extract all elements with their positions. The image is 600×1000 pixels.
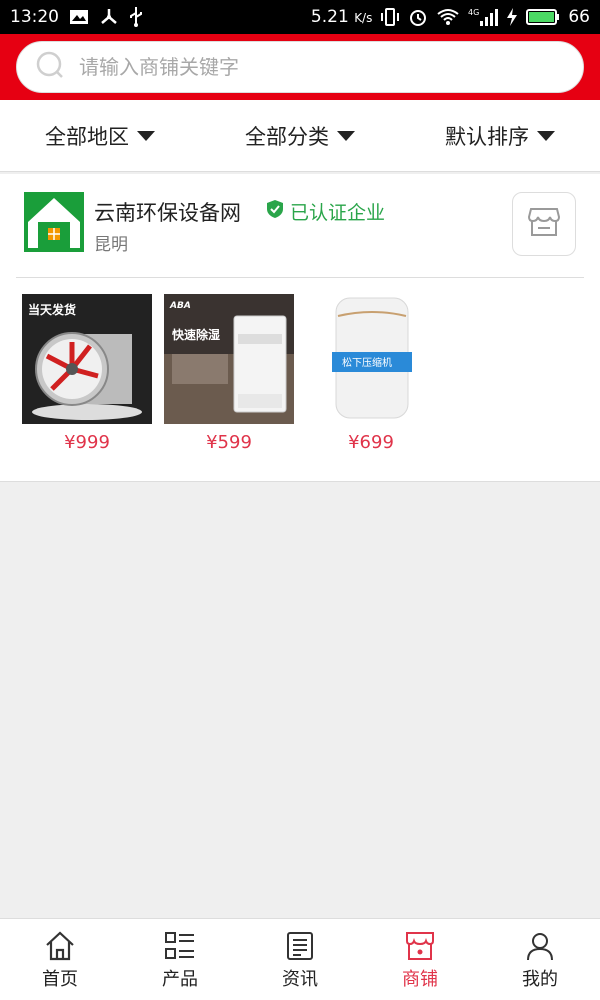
picture-notification-icon xyxy=(69,9,89,25)
battery-icon xyxy=(526,8,560,26)
nav-news[interactable]: 资讯 xyxy=(240,919,360,1000)
network-speed: 5.21 K/s xyxy=(310,7,373,27)
search-icon xyxy=(35,50,65,84)
nav-products[interactable]: 产品 xyxy=(120,919,240,1000)
shop-logo xyxy=(24,188,84,252)
header-bar xyxy=(0,34,600,100)
status-bar: 13:20 5.21 K/s 4G 66 xyxy=(0,0,600,34)
battery-level: 66 xyxy=(568,7,590,27)
product-image-fan[interactable]: 当天发货 xyxy=(22,294,152,424)
caret-down-icon xyxy=(137,130,155,141)
svg-text:4G: 4G xyxy=(468,8,479,17)
filter-bar: 全部地区 全部分类 默认排序 xyxy=(0,100,600,172)
store-icon xyxy=(403,929,437,963)
product-price: ¥599 xyxy=(206,432,252,453)
product-list: 当天发货 ¥999 ABA 快速除湿 ¥599 松下压缩机 ¥699 xyxy=(22,294,436,453)
signal-icon: 4G xyxy=(468,7,499,27)
charging-icon xyxy=(506,8,518,26)
home-icon xyxy=(43,929,77,963)
share-icon xyxy=(99,8,119,26)
svg-text:松下压缩机: 松下压缩机 xyxy=(342,356,392,369)
search-input[interactable] xyxy=(79,55,539,79)
filter-region[interactable]: 全部地区 xyxy=(0,121,200,151)
verified-badge: 已认证企业 xyxy=(266,198,385,225)
clock: 13:20 xyxy=(10,7,59,27)
shop-card[interactable]: 云南环保设备网 已认证企业 昆明 当天发货 ¥999 ABA 快速除湿 ¥599… xyxy=(0,174,600,482)
shield-check-icon xyxy=(266,199,284,224)
user-icon xyxy=(523,929,557,963)
svg-text:当天发货: 当天发货 xyxy=(28,302,76,317)
store-icon xyxy=(527,207,561,241)
shop-header: 云南环保设备网 已认证企业 昆明 xyxy=(16,174,584,278)
nav-stores[interactable]: 商铺 xyxy=(360,919,480,1000)
product-image-dehumidifier-white[interactable]: 松下压缩机 xyxy=(306,294,436,424)
nav-home[interactable]: 首页 xyxy=(0,919,120,1000)
alarm-icon xyxy=(408,7,428,27)
bottom-nav: 首页 产品 资讯 商铺 我的 xyxy=(0,918,600,1000)
shop-name[interactable]: 云南环保设备网 xyxy=(94,197,241,227)
shop-city: 昆明 xyxy=(94,235,128,255)
product-price: ¥999 xyxy=(64,432,110,453)
caret-down-icon xyxy=(537,130,555,141)
product-item[interactable]: 松下压缩机 ¥699 xyxy=(306,294,436,453)
usb-icon xyxy=(129,7,143,27)
filter-category[interactable]: 全部分类 xyxy=(200,121,400,151)
product-image-dehumidifier[interactable]: ABA 快速除湿 xyxy=(164,294,294,424)
filter-sort[interactable]: 默认排序 xyxy=(400,121,600,151)
nav-me[interactable]: 我的 xyxy=(480,919,600,1000)
vibrate-icon xyxy=(380,8,400,26)
news-icon xyxy=(283,929,317,963)
product-price: ¥699 xyxy=(348,432,394,453)
search-box[interactable] xyxy=(16,41,584,93)
svg-text:快速除湿: 快速除湿 xyxy=(172,327,220,342)
product-item[interactable]: 当天发货 ¥999 xyxy=(22,294,152,453)
grid-list-icon xyxy=(163,929,197,963)
svg-text:ABA: ABA xyxy=(169,301,191,311)
product-item[interactable]: ABA 快速除湿 ¥599 xyxy=(164,294,294,453)
caret-down-icon xyxy=(337,130,355,141)
wifi-icon xyxy=(436,8,460,26)
enter-store-button[interactable] xyxy=(512,192,576,256)
